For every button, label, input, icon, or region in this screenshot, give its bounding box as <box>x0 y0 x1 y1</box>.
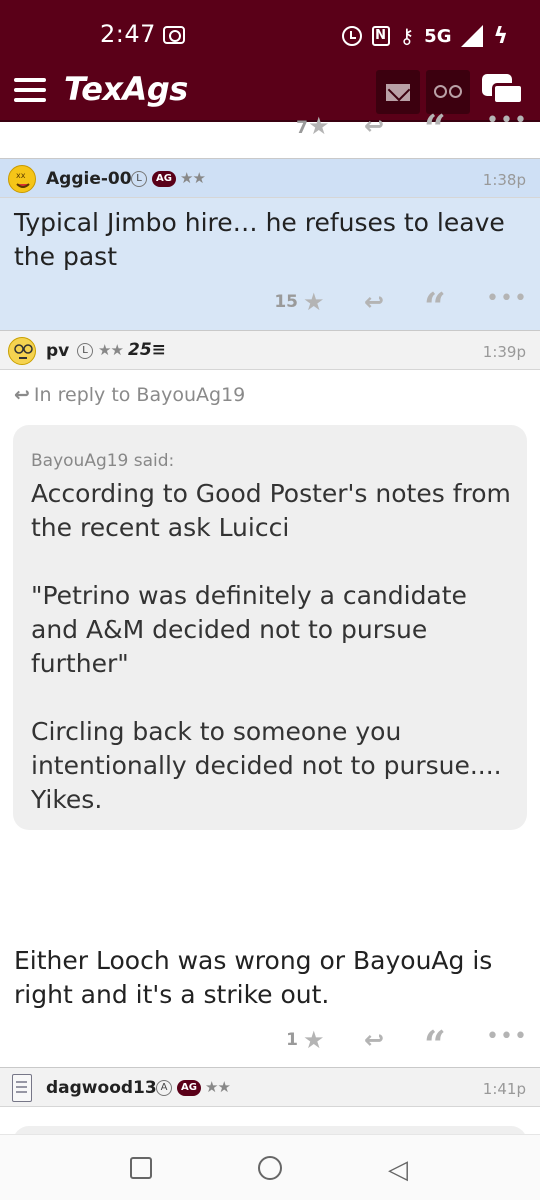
alarm-icon <box>341 26 362 46</box>
reply-arrow-icon: ↩ <box>14 384 30 406</box>
texags-logo[interactable]: TexAgs <box>64 70 188 108</box>
quote-icon[interactable]: “ <box>424 1022 446 1067</box>
chat-icon[interactable] <box>482 74 526 108</box>
quote-block: BayouAg19 said: According to Good Poster… <box>13 425 527 830</box>
messages-button[interactable] <box>376 70 420 114</box>
quote-icon[interactable]: “ <box>424 106 446 151</box>
badge-l: L <box>131 171 147 187</box>
rank-badge: 25≡ <box>128 340 166 360</box>
star-icon[interactable]: ★ <box>303 1026 325 1054</box>
star-icon[interactable]: ★ <box>308 112 330 140</box>
app-header: TexAgs <box>0 56 540 122</box>
post-header: pv L ★★ 25≡ 1:39p <box>0 330 540 370</box>
recents-icon[interactable] <box>130 1157 152 1179</box>
post-header: xx Aggie-00 L AG ★★ 1:38p <box>0 158 540 198</box>
username[interactable]: Aggie-00 <box>46 169 132 189</box>
key-icon: ⚷ <box>399 24 415 48</box>
charging-icon: ϟ <box>493 23 508 49</box>
avatar[interactable] <box>12 1074 32 1102</box>
rank-lines-icon: ≡ <box>151 340 166 360</box>
screen-record-icon <box>163 26 185 44</box>
mail-icon <box>386 84 410 101</box>
badge-l: L <box>77 343 93 359</box>
back-icon[interactable]: ◁ <box>388 1155 408 1185</box>
post-time: 1:39p <box>482 343 526 361</box>
avatar[interactable]: xx <box>8 165 36 193</box>
post-body: Either Looch was wrong or BayouAg is rig… <box>14 946 493 1009</box>
avatar[interactable] <box>8 337 36 365</box>
badge-ag: AG <box>152 171 176 187</box>
quote-paragraph: Circling back to someone you intentional… <box>31 717 502 814</box>
system-nav-bar: ◁ <box>0 1134 540 1200</box>
like-count: 15 <box>274 292 298 312</box>
status-icons: N ⚷ 5G ϟ <box>341 22 508 50</box>
post-actions: 1 ★ ↩ “ ••• <box>240 1022 540 1067</box>
more-icon[interactable]: ••• <box>486 286 528 311</box>
quote-paragraph: "Petrino was definitely a candidate and … <box>31 581 467 678</box>
quote-text: According to Good Poster's notes from th… <box>31 477 521 851</box>
rank-number: 25 <box>128 340 152 360</box>
post-time: 1:41p <box>482 1080 526 1098</box>
prev-post-actions: 7 ★ ↩ “ ••• <box>240 106 540 151</box>
post-time: 1:38p <box>482 171 526 189</box>
svg-text:xx: xx <box>16 171 26 180</box>
username[interactable]: pv <box>46 341 69 361</box>
quote-author[interactable]: BayouAg19 said: <box>31 451 174 471</box>
quote-paragraph: According to Good Poster's notes from th… <box>31 479 511 542</box>
quote-icon[interactable]: “ <box>424 284 446 329</box>
screen: 2:47 N ⚷ 5G ϟ TexAgs 7 ★ ↩ “ ••• xx Aggi… <box>0 0 540 1200</box>
more-icon[interactable]: ••• <box>486 1024 528 1049</box>
reply-icon[interactable]: ↩ <box>364 288 384 316</box>
signal-icon <box>461 25 484 47</box>
badge-a: A <box>156 1080 172 1096</box>
more-icon[interactable]: ••• <box>486 108 528 133</box>
nfc-icon: N <box>371 26 390 46</box>
user-stars: ★★ <box>98 341 124 359</box>
like-count: 1 <box>286 1030 298 1050</box>
post-actions: 15 ★ ↩ “ ••• <box>240 284 540 329</box>
user-stars: ★★ <box>180 169 206 187</box>
menu-icon[interactable] <box>14 78 46 102</box>
badge-ag: AG <box>177 1080 201 1096</box>
post-body: Typical Jimbo hire… he refuses to leave … <box>14 208 505 271</box>
star-icon[interactable]: ★ <box>303 288 325 316</box>
reply-to-link[interactable]: ↩ In reply to BayouAg19 <box>14 384 245 406</box>
reply-icon[interactable]: ↩ <box>364 112 384 140</box>
home-icon[interactable] <box>258 1156 282 1180</box>
network-type: 5G <box>424 25 452 47</box>
username[interactable]: dagwood13 <box>46 1078 157 1098</box>
status-time: 2:47 <box>100 20 156 48</box>
binoculars-icon <box>434 85 462 99</box>
reply-to-text: In reply to BayouAg19 <box>33 384 246 406</box>
post-header: dagwood13 A AG ★★ 1:41p <box>0 1067 540 1107</box>
reply-icon[interactable]: ↩ <box>364 1026 384 1054</box>
like-count: 7 <box>296 118 308 138</box>
user-stars: ★★ <box>205 1078 231 1096</box>
